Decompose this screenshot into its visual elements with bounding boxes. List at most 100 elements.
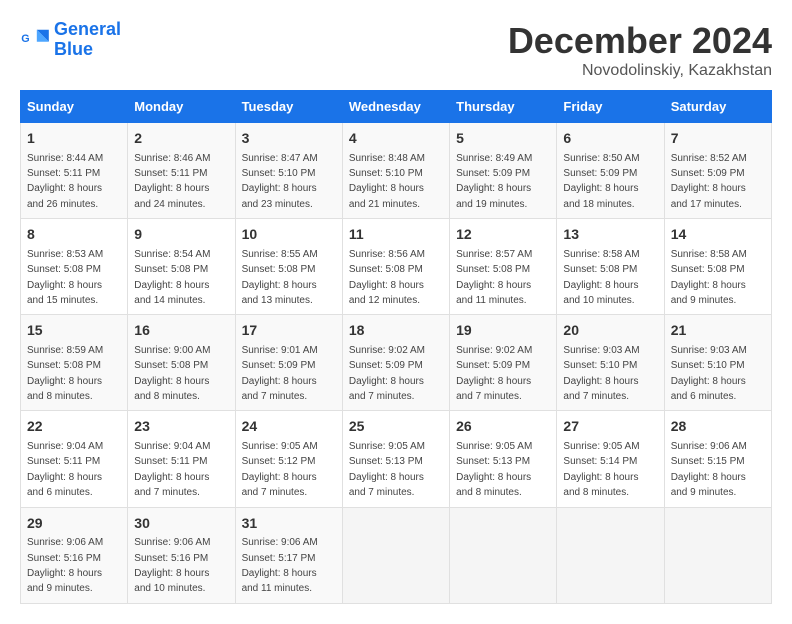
day-info: Sunrise: 8:47 AMSunset: 5:10 PMDaylight:… <box>242 153 318 210</box>
day-info: Sunrise: 8:48 AMSunset: 5:10 PMDaylight:… <box>349 153 425 210</box>
day-info: Sunrise: 8:52 AMSunset: 5:09 PMDaylight:… <box>671 153 747 210</box>
day-info: Sunrise: 8:53 AMSunset: 5:08 PMDaylight:… <box>27 249 103 306</box>
calendar-body: 1 Sunrise: 8:44 AMSunset: 5:11 PMDaylight… <box>21 123 772 604</box>
day-info: Sunrise: 8:54 AMSunset: 5:08 PMDaylight:… <box>134 249 210 306</box>
day-info: Sunrise: 8:49 AMSunset: 5:09 PMDaylight:… <box>456 153 532 210</box>
day-number: 11 <box>349 225 443 245</box>
calendar-week-row: 1 Sunrise: 8:44 AMSunset: 5:11 PMDaylight… <box>21 123 772 219</box>
day-info: Sunrise: 9:06 AMSunset: 5:17 PMDaylight:… <box>242 537 318 594</box>
calendar-cell: 4Sunrise: 8:48 AMSunset: 5:10 PMDaylight… <box>342 123 449 219</box>
svg-text:G: G <box>21 33 29 45</box>
calendar-cell: 26Sunrise: 9:05 AMSunset: 5:13 PMDayligh… <box>450 411 557 507</box>
day-number: 23 <box>134 417 228 437</box>
calendar-cell: 2 Sunrise: 8:46 AMSunset: 5:11 PMDaylight… <box>128 123 235 219</box>
calendar-table: SundayMondayTuesdayWednesdayThursdayFrid… <box>20 90 772 604</box>
day-number: 13 <box>563 225 657 245</box>
title-block: December 2024 Novodolinskiy, Kazakhstan <box>508 20 772 80</box>
calendar-cell: 10 Sunrise: 8:55 AMSunset: 5:08 PMDayligh… <box>235 219 342 315</box>
day-info: Sunrise: 9:02 AMSunset: 5:09 PMDaylight:… <box>349 345 425 402</box>
calendar-week-row: 15 Sunrise: 8:59 AMSunset: 5:08 PMDayligh… <box>21 315 772 411</box>
calendar-cell: 14Sunrise: 8:58 AMSunset: 5:08 PMDayligh… <box>664 219 771 315</box>
day-number: 19 <box>456 321 550 341</box>
weekday-header: Friday <box>557 91 664 123</box>
calendar-cell: 15 Sunrise: 8:59 AMSunset: 5:08 PMDayligh… <box>21 315 128 411</box>
calendar-cell: 31 Sunrise: 9:06 AMSunset: 5:17 PMDayligh… <box>235 507 342 603</box>
logo-line2: Blue <box>54 39 93 59</box>
weekday-header: Tuesday <box>235 91 342 123</box>
calendar-cell: 3Sunrise: 8:47 AMSunset: 5:10 PMDaylight… <box>235 123 342 219</box>
calendar-cell: 7 Sunrise: 8:52 AMSunset: 5:09 PMDaylight… <box>664 123 771 219</box>
calendar-cell: 13 Sunrise: 8:58 AMSunset: 5:08 PMDayligh… <box>557 219 664 315</box>
day-info: Sunrise: 8:46 AMSunset: 5:11 PMDaylight:… <box>134 153 210 210</box>
day-number: 10 <box>242 225 336 245</box>
day-info: Sunrise: 9:02 AMSunset: 5:09 PMDaylight:… <box>456 345 532 402</box>
calendar-cell: 27Sunrise: 9:05 AMSunset: 5:14 PMDayligh… <box>557 411 664 507</box>
day-number: 17 <box>242 321 336 341</box>
day-number: 8 <box>27 225 121 245</box>
weekday-row: SundayMondayTuesdayWednesdayThursdayFrid… <box>21 91 772 123</box>
day-number: 29 <box>27 514 121 534</box>
day-number: 15 <box>27 321 121 341</box>
day-number: 30 <box>134 514 228 534</box>
weekday-header: Monday <box>128 91 235 123</box>
logo: G General Blue <box>20 20 121 60</box>
day-info: Sunrise: 9:05 AMSunset: 5:12 PMDaylight:… <box>242 441 318 498</box>
calendar-week-row: 8 Sunrise: 8:53 AMSunset: 5:08 PMDaylight… <box>21 219 772 315</box>
day-number: 6 <box>563 129 657 149</box>
day-info: Sunrise: 9:04 AMSunset: 5:11 PMDaylight:… <box>27 441 103 498</box>
day-number: 5 <box>456 129 550 149</box>
calendar-cell: 18Sunrise: 9:02 AMSunset: 5:09 PMDayligh… <box>342 315 449 411</box>
day-number: 7 <box>671 129 765 149</box>
day-number: 31 <box>242 514 336 534</box>
day-number: 2 <box>134 129 228 149</box>
weekday-header: Wednesday <box>342 91 449 123</box>
day-number: 20 <box>563 321 657 341</box>
day-number: 28 <box>671 417 765 437</box>
calendar-cell: 20 Sunrise: 9:03 AMSunset: 5:10 PMDayligh… <box>557 315 664 411</box>
calendar-cell: 23 Sunrise: 9:04 AMSunset: 5:11 PMDayligh… <box>128 411 235 507</box>
logo-icon: G <box>20 25 50 55</box>
logo-line1: General <box>54 19 121 39</box>
day-info: Sunrise: 9:03 AMSunset: 5:10 PMDaylight:… <box>671 345 747 402</box>
calendar-cell <box>342 507 449 603</box>
page-header: G General Blue December 2024 Novodolinsk… <box>20 20 772 80</box>
calendar-cell <box>664 507 771 603</box>
calendar-cell: 21Sunrise: 9:03 AMSunset: 5:10 PMDayligh… <box>664 315 771 411</box>
day-number: 9 <box>134 225 228 245</box>
day-number: 1 <box>27 129 121 149</box>
calendar-cell: 11Sunrise: 8:56 AMSunset: 5:08 PMDayligh… <box>342 219 449 315</box>
day-info: Sunrise: 8:55 AMSunset: 5:08 PMDaylight:… <box>242 249 318 306</box>
day-info: Sunrise: 9:01 AMSunset: 5:09 PMDaylight:… <box>242 345 318 402</box>
calendar-cell: 29 Sunrise: 9:06 AMSunset: 5:16 PMDayligh… <box>21 507 128 603</box>
day-number: 25 <box>349 417 443 437</box>
calendar-cell: 30 Sunrise: 9:06 AMSunset: 5:16 PMDayligh… <box>128 507 235 603</box>
calendar-cell: 9 Sunrise: 8:54 AMSunset: 5:08 PMDaylight… <box>128 219 235 315</box>
calendar-cell: 6Sunrise: 8:50 AMSunset: 5:09 PMDaylight… <box>557 123 664 219</box>
day-info: Sunrise: 9:00 AMSunset: 5:08 PMDaylight:… <box>134 345 210 402</box>
day-info: Sunrise: 9:04 AMSunset: 5:11 PMDaylight:… <box>134 441 210 498</box>
weekday-header: Saturday <box>664 91 771 123</box>
day-info: Sunrise: 9:06 AMSunset: 5:16 PMDaylight:… <box>27 537 103 594</box>
day-info: Sunrise: 9:03 AMSunset: 5:10 PMDaylight:… <box>563 345 639 402</box>
calendar-week-row: 22Sunrise: 9:04 AMSunset: 5:11 PMDayligh… <box>21 411 772 507</box>
day-number: 16 <box>134 321 228 341</box>
day-number: 24 <box>242 417 336 437</box>
day-info: Sunrise: 8:58 AMSunset: 5:08 PMDaylight:… <box>563 249 639 306</box>
day-info: Sunrise: 9:06 AMSunset: 5:16 PMDaylight:… <box>134 537 210 594</box>
calendar-cell <box>557 507 664 603</box>
day-number: 12 <box>456 225 550 245</box>
day-number: 27 <box>563 417 657 437</box>
calendar-week-row: 29 Sunrise: 9:06 AMSunset: 5:16 PMDayligh… <box>21 507 772 603</box>
day-info: Sunrise: 8:59 AMSunset: 5:08 PMDaylight:… <box>27 345 103 402</box>
day-info: Sunrise: 9:05 AMSunset: 5:13 PMDaylight:… <box>349 441 425 498</box>
calendar-cell: 12Sunrise: 8:57 AMSunset: 5:08 PMDayligh… <box>450 219 557 315</box>
calendar-cell: 28Sunrise: 9:06 AMSunset: 5:15 PMDayligh… <box>664 411 771 507</box>
weekday-header: Thursday <box>450 91 557 123</box>
day-info: Sunrise: 8:58 AMSunset: 5:08 PMDaylight:… <box>671 249 747 306</box>
day-info: Sunrise: 8:44 AMSunset: 5:11 PMDaylight:… <box>27 153 103 210</box>
calendar-cell: 8 Sunrise: 8:53 AMSunset: 5:08 PMDaylight… <box>21 219 128 315</box>
day-info: Sunrise: 9:05 AMSunset: 5:13 PMDaylight:… <box>456 441 532 498</box>
calendar-cell: 16 Sunrise: 9:00 AMSunset: 5:08 PMDayligh… <box>128 315 235 411</box>
calendar-header: SundayMondayTuesdayWednesdayThursdayFrid… <box>21 91 772 123</box>
calendar-cell: 5 Sunrise: 8:49 AMSunset: 5:09 PMDaylight… <box>450 123 557 219</box>
